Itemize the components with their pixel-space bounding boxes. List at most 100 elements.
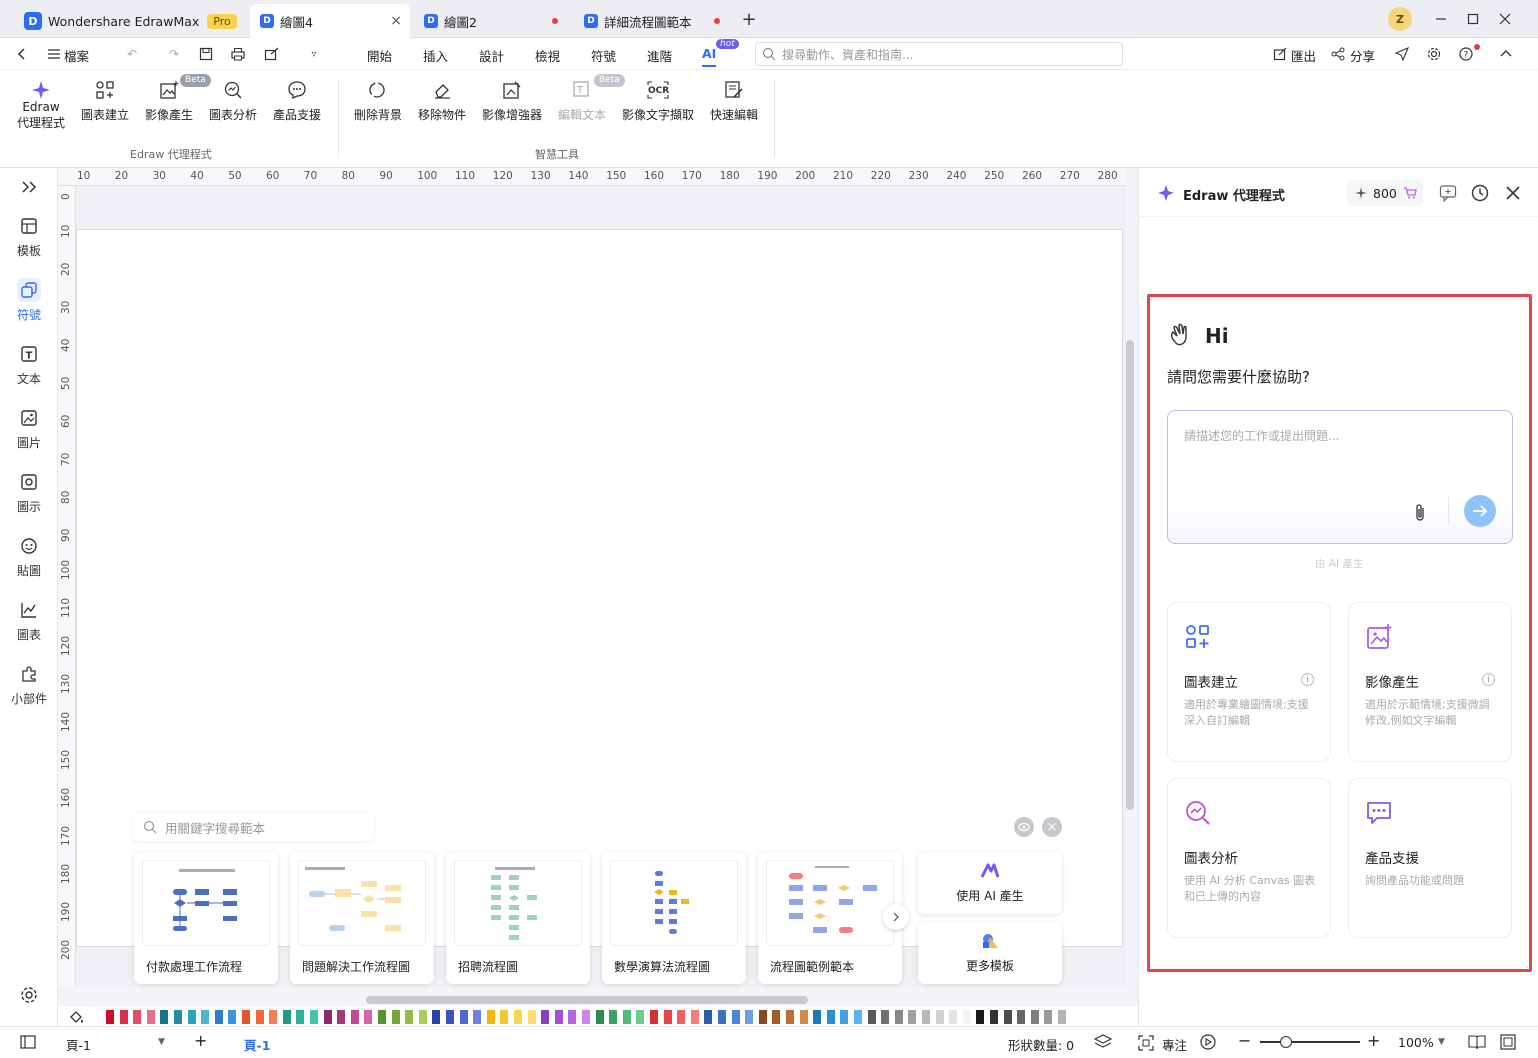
send-icon[interactable] bbox=[1392, 44, 1412, 64]
color-swatch[interactable] bbox=[772, 1010, 781, 1024]
product-support-button[interactable]: 產品支援 bbox=[272, 78, 322, 123]
color-swatch[interactable] bbox=[922, 1010, 930, 1024]
color-swatch[interactable] bbox=[731, 1010, 740, 1024]
export-icon[interactable] bbox=[1270, 44, 1290, 64]
tab-drawing2[interactable]: D 繪圖2 bbox=[414, 4, 566, 38]
sidebar-item-templates[interactable]: 模板 bbox=[0, 214, 58, 259]
zoom-level[interactable]: 100% bbox=[1398, 1035, 1434, 1050]
vertical-scrollbar[interactable] bbox=[1126, 340, 1134, 810]
save-icon[interactable] bbox=[196, 44, 216, 64]
color-swatch[interactable] bbox=[1017, 1010, 1026, 1024]
color-swatch[interactable] bbox=[745, 1010, 754, 1024]
color-swatch[interactable] bbox=[650, 1010, 658, 1024]
color-swatch[interactable] bbox=[391, 1010, 400, 1024]
menu-ai[interactable]: AI bbox=[702, 46, 717, 67]
page-tab-active[interactable]: 頁-1 bbox=[244, 1035, 270, 1054]
more-templates-button[interactable]: 更多模板 bbox=[918, 922, 1062, 984]
color-swatch[interactable] bbox=[813, 1010, 822, 1024]
color-swatch[interactable] bbox=[840, 1010, 849, 1024]
color-swatch[interactable] bbox=[146, 1010, 155, 1024]
color-swatch[interactable] bbox=[622, 1010, 631, 1024]
horizontal-scrollbar[interactable] bbox=[366, 996, 808, 1004]
color-swatch[interactable] bbox=[609, 1010, 618, 1024]
color-swatch[interactable] bbox=[255, 1010, 264, 1024]
color-swatch[interactable] bbox=[214, 1010, 223, 1024]
color-swatch[interactable] bbox=[935, 1010, 944, 1024]
color-swatch[interactable] bbox=[990, 1010, 998, 1024]
color-swatch[interactable] bbox=[867, 1010, 876, 1024]
color-swatch[interactable] bbox=[119, 1010, 128, 1024]
color-swatch[interactable] bbox=[1030, 1010, 1039, 1024]
color-swatch[interactable] bbox=[799, 1010, 808, 1024]
sidebar-item-charts[interactable]: 圖表 bbox=[0, 598, 58, 643]
expand-sidebar-icon[interactable] bbox=[0, 180, 58, 194]
maximize-icon[interactable] bbox=[1462, 8, 1484, 30]
menu-home[interactable]: 開始 bbox=[367, 46, 392, 65]
add-page-icon[interactable]: + bbox=[194, 1031, 207, 1050]
search-input[interactable]: 搜尋動作、資產和指南... bbox=[755, 42, 1123, 66]
color-swatch[interactable] bbox=[106, 1010, 114, 1024]
back-arrow-icon[interactable] bbox=[12, 44, 32, 64]
color-swatch[interactable] bbox=[432, 1010, 441, 1024]
color-swatch[interactable] bbox=[1044, 1010, 1053, 1024]
color-swatch[interactable] bbox=[595, 1010, 604, 1024]
export-button[interactable]: 匯出 bbox=[1291, 46, 1316, 65]
color-swatch[interactable] bbox=[758, 1010, 767, 1024]
template-card[interactable]: 數學演算法流程圖 bbox=[602, 852, 746, 984]
remove-object-button[interactable]: 移除物件 bbox=[416, 78, 468, 123]
color-swatch[interactable] bbox=[908, 1010, 917, 1024]
credits-badge[interactable]: 800 bbox=[1347, 180, 1423, 206]
color-swatch[interactable] bbox=[1058, 1010, 1066, 1024]
tab-drawing4[interactable]: D 繪圖4 × bbox=[250, 4, 410, 38]
color-swatch[interactable] bbox=[350, 1010, 359, 1024]
tab-flowchart-template[interactable]: D 詳細流程圖範本 bbox=[574, 4, 726, 38]
help-icon[interactable]: ? bbox=[1456, 44, 1476, 64]
play-icon[interactable] bbox=[1200, 1034, 1216, 1050]
settings-gear-icon[interactable] bbox=[1424, 44, 1444, 64]
color-swatch[interactable] bbox=[527, 1010, 536, 1024]
more-dropdown-icon[interactable]: ▿ bbox=[304, 44, 324, 64]
close-panel-icon[interactable] bbox=[1505, 185, 1521, 201]
color-swatch[interactable] bbox=[323, 1010, 332, 1024]
color-swatch[interactable] bbox=[310, 1010, 318, 1024]
template-card[interactable]: 流程圖範例範本 bbox=[758, 852, 902, 984]
menu-insert[interactable]: 插入 bbox=[423, 46, 448, 65]
sidebar-item-text[interactable]: T 文本 bbox=[0, 342, 58, 387]
zoom-slider-handle[interactable] bbox=[1280, 1036, 1292, 1048]
template-card[interactable]: 問題解決工作流程圖 bbox=[290, 852, 434, 984]
minimize-icon[interactable] bbox=[1430, 8, 1452, 30]
template-search-input[interactable]: 用關鍵字搜尋範本 bbox=[133, 813, 374, 841]
color-swatch[interactable] bbox=[486, 1010, 495, 1024]
color-swatch[interactable] bbox=[854, 1010, 862, 1024]
layers-icon[interactable] bbox=[1094, 1034, 1114, 1050]
sidebar-item-symbols[interactable]: 符號 bbox=[0, 278, 58, 323]
color-swatch[interactable] bbox=[337, 1010, 346, 1024]
close-templates-icon[interactable]: × bbox=[1042, 817, 1062, 837]
color-swatch[interactable] bbox=[677, 1010, 686, 1024]
history-clock-icon[interactable] bbox=[1471, 184, 1489, 202]
menu-view[interactable]: 檢視 bbox=[535, 46, 560, 65]
image-generate-button[interactable]: 影像產生 Beta bbox=[144, 74, 211, 123]
color-swatch[interactable] bbox=[718, 1010, 726, 1024]
ocr-button[interactable]: OCR 影像文字擷取 bbox=[620, 78, 696, 123]
ai-generate-template-button[interactable]: 使用 AI 產生 bbox=[918, 852, 1062, 914]
color-swatch[interactable] bbox=[201, 1010, 210, 1024]
edit-text-button[interactable]: T 編輯文本 Beta bbox=[556, 74, 625, 123]
sidebar-item-images[interactable]: 圖片 bbox=[0, 406, 58, 451]
zoom-dropdown-chevron-icon[interactable]: ▼ bbox=[1438, 1037, 1445, 1047]
export-share-icon[interactable] bbox=[262, 44, 282, 64]
color-swatch[interactable] bbox=[514, 1010, 522, 1024]
diagram-create-button[interactable]: 圖表建立 bbox=[80, 78, 130, 123]
redo-icon[interactable]: ↷ bbox=[164, 44, 184, 64]
avatar[interactable]: Z bbox=[1388, 7, 1412, 31]
color-swatch[interactable] bbox=[133, 1010, 142, 1024]
template-card[interactable]: 招聘流程圖 bbox=[446, 852, 590, 984]
color-swatch[interactable] bbox=[459, 1010, 468, 1024]
color-swatch[interactable] bbox=[269, 1010, 278, 1024]
share-icon[interactable] bbox=[1328, 44, 1348, 64]
hide-eye-icon[interactable] bbox=[1014, 817, 1034, 837]
color-swatch[interactable] bbox=[282, 1010, 291, 1024]
fill-bucket-icon[interactable] bbox=[68, 1008, 88, 1026]
new-chat-icon[interactable] bbox=[1439, 184, 1457, 202]
color-swatch[interactable] bbox=[582, 1010, 590, 1024]
